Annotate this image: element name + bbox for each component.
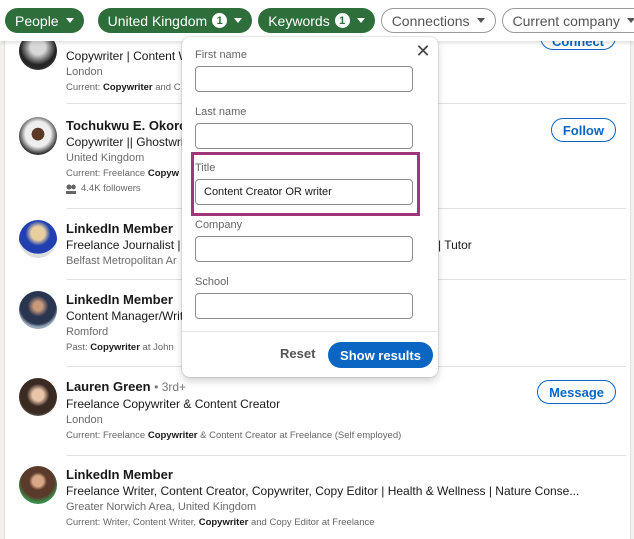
close-icon[interactable]: ✕ (415, 42, 431, 60)
name-link[interactable]: Lauren Green • 3rd+ (66, 378, 586, 396)
last-name-label: Last name (195, 106, 247, 118)
avatar[interactable] (19, 291, 57, 329)
divider (67, 455, 626, 456)
school-input[interactable] (195, 293, 413, 319)
snippet: Current: Writer, Content Writer, Copywri… (66, 517, 375, 528)
caret-down-icon (476, 18, 485, 23)
filter-people[interactable]: People (5, 8, 84, 33)
company-label: Company (195, 219, 243, 231)
avatar[interactable] (19, 117, 57, 155)
filter-label: Current company (512, 12, 620, 29)
first-name-input[interactable] (195, 66, 413, 92)
follow-button[interactable]: Follow (550, 118, 616, 142)
caret-down-icon (65, 18, 74, 23)
filter-label: People (15, 12, 59, 29)
avatar[interactable] (19, 220, 57, 258)
last-name-input[interactable] (195, 123, 413, 149)
company-input[interactable] (195, 236, 413, 262)
divider (182, 331, 438, 332)
filter-bar: People United Kingdom 1 Keywords 1 Conne… (0, 0, 634, 41)
name-link[interactable]: LinkedIn Member (66, 466, 586, 483)
message-button[interactable]: Message (537, 380, 616, 404)
headline: Freelance Writer, Content Creator, Copyw… (66, 484, 580, 498)
snippet: Current: Freelance Copywriter & Content … (66, 430, 402, 441)
caret-down-icon (356, 18, 365, 23)
filter-count-badge: 1 (212, 13, 228, 28)
caret-down-icon (626, 18, 634, 23)
title-input[interactable] (195, 179, 413, 205)
filter-count-badge: 1 (334, 13, 350, 28)
people-icon (66, 183, 76, 194)
title-label: Title (195, 162, 216, 174)
avatar[interactable] (19, 378, 57, 416)
first-name-label: First name (195, 49, 247, 61)
filter-label: Keywords (268, 12, 330, 29)
filter-current-company[interactable]: Current company (501, 8, 634, 33)
location: Greater Norwich Area, United Kingdom (66, 501, 257, 513)
show-results-button[interactable]: Show results (328, 342, 433, 368)
location: London (66, 414, 103, 426)
filter-keywords[interactable]: Keywords 1 (258, 8, 375, 33)
filter-location[interactable]: United Kingdom 1 (97, 8, 253, 33)
avatar[interactable] (19, 466, 57, 504)
headline: Freelance Copywriter & Content Creator (66, 397, 281, 411)
filter-connections[interactable]: Connections (380, 8, 496, 33)
keywords-filter-popup: ✕ First name Last name Title Company Sch… (182, 37, 438, 377)
filter-label: United Kingdom (107, 12, 208, 29)
filter-label: Connections (391, 12, 470, 29)
reset-button[interactable]: Reset (280, 346, 315, 361)
caret-down-icon (234, 18, 243, 23)
school-label: School (195, 276, 229, 288)
connection-degree: • 3rd+ (154, 380, 187, 394)
